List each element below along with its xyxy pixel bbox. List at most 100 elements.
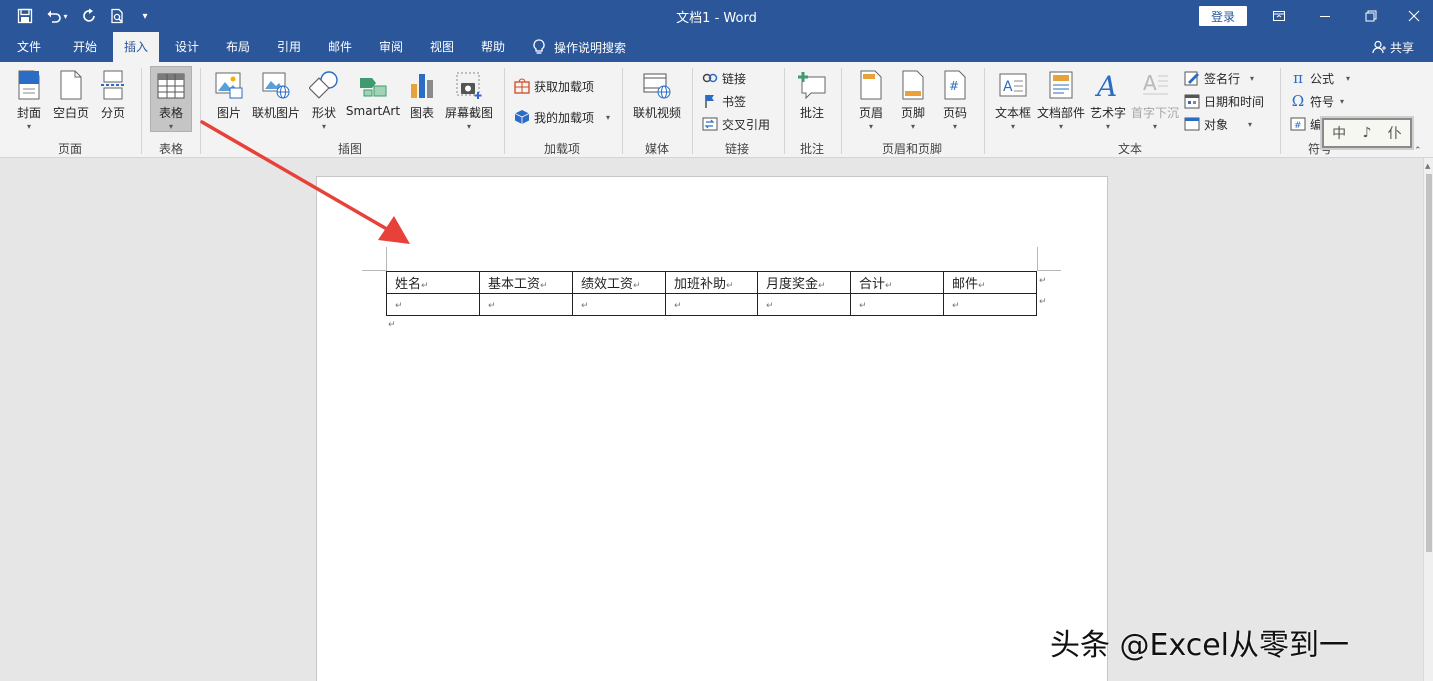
vertical-scrollbar[interactable]: ▲ <box>1423 158 1433 681</box>
drop-cap-button[interactable]: A 首字下沉 ▾ <box>1130 66 1180 132</box>
tab-view[interactable]: 视图 <box>419 32 465 62</box>
table-cell[interactable]: ↵ <box>572 293 666 316</box>
annotation-arrow-icon <box>200 120 410 244</box>
table-cell[interactable]: ↵ <box>850 293 944 316</box>
store-icon <box>514 78 530 94</box>
screenshot-button[interactable]: 屏幕截图 ▾ <box>444 66 494 132</box>
table-row: 姓名↵ 基本工资↵ 绩效工资↵ 加班补助↵ 月度奖金↵ 合计↵ 邮件↵ <box>386 271 1037 294</box>
tab-review[interactable]: 审阅 <box>368 32 414 62</box>
group-label-header-footer: 页眉和页脚 <box>881 142 942 156</box>
text-boundary-guide <box>1037 247 1038 271</box>
number-icon: # <box>1290 116 1306 132</box>
ime-toolbar[interactable]: 中 ♪ 仆 <box>1322 118 1412 148</box>
symbol-button[interactable]: Ω 符号 ▾ <box>1290 91 1344 111</box>
tab-design[interactable]: 设计 <box>164 32 210 62</box>
table-cell[interactable]: 月度奖金↵ <box>757 271 851 294</box>
new-comment-button[interactable]: 批注 <box>794 66 830 132</box>
date-time-button[interactable]: 日期和时间 <box>1184 91 1264 111</box>
chart-icon <box>406 69 438 101</box>
tab-insert[interactable]: 插入 <box>113 32 159 62</box>
text-boundary-guide <box>362 270 386 271</box>
drop-cap-icon: A <box>1139 69 1171 101</box>
tab-file[interactable]: 文件 <box>6 32 52 62</box>
customize-icon[interactable]: ▾ <box>132 5 158 27</box>
share-button[interactable]: 共享 <box>1372 32 1414 62</box>
video-icon <box>641 69 673 101</box>
footer-button[interactable]: 页脚 ▾ <box>894 66 932 132</box>
object-button[interactable]: 对象 ▾ <box>1184 114 1252 134</box>
tab-home[interactable]: 开始 <box>62 32 108 62</box>
tab-layout[interactable]: 布局 <box>215 32 261 62</box>
paragraph-mark: ↵ <box>388 320 396 330</box>
save-icon[interactable] <box>12 5 38 27</box>
tab-references[interactable]: 引用 <box>266 32 312 62</box>
ime-mode-chinese[interactable]: 中 <box>1332 123 1346 143</box>
dropdown-caret-icon: ▾ <box>26 122 31 131</box>
page-break-button[interactable]: 分页 <box>95 66 131 132</box>
login-button[interactable]: 登录 <box>1199 6 1247 26</box>
table-row: ↵ ↵ ↵ ↵ ↵ ↵ ↵ <box>386 293 1037 316</box>
wordart-button[interactable]: A 艺术字 ▾ <box>1088 66 1128 132</box>
document-page[interactable] <box>316 176 1108 681</box>
share-label: 共享 <box>1390 40 1415 55</box>
quick-parts-button[interactable]: 文档部件 ▾ <box>1036 66 1086 132</box>
print-preview-icon[interactable] <box>104 5 130 27</box>
close-icon[interactable] <box>1394 0 1433 32</box>
table-cell[interactable]: ↵ <box>479 293 573 316</box>
group-label-links: 链接 <box>724 142 749 156</box>
link-button[interactable]: 链接 <box>702 68 746 88</box>
table-cell[interactable]: ↵ <box>386 293 480 316</box>
ime-punctuation[interactable]: ♪ <box>1363 125 1372 141</box>
table-cell[interactable]: 基本工资↵ <box>479 271 573 294</box>
tell-me-search[interactable]: 操作说明搜索 <box>532 32 626 62</box>
group-separator <box>504 68 505 154</box>
dropdown-caret-icon: ▾ <box>1058 122 1063 131</box>
get-addins-button[interactable]: 获取加载项 <box>514 76 594 96</box>
ime-settings[interactable]: 仆 <box>1388 123 1402 143</box>
equation-button[interactable]: π 公式 ▾ <box>1290 68 1350 88</box>
online-video-button[interactable]: 联机视频 <box>630 66 684 132</box>
ribbon-collapse-icon[interactable]: ⌃ <box>1414 146 1422 156</box>
table-button[interactable]: 表格 ▾ <box>150 66 192 132</box>
signature-line-button[interactable]: 签名行 ▾ <box>1184 68 1254 88</box>
group-label-pages: 页面 <box>57 142 82 156</box>
ribbon-display-options-icon[interactable] <box>1256 0 1302 32</box>
text-boundary-guide <box>1037 270 1061 271</box>
undo-icon[interactable]: ▾ <box>40 5 74 27</box>
redo-icon[interactable] <box>76 5 102 27</box>
bookmark-button[interactable]: 书签 <box>702 91 746 111</box>
dropdown-caret-icon: ▾ <box>1346 73 1351 83</box>
salary-table[interactable]: 姓名↵ 基本工资↵ 绩效工资↵ 加班补助↵ 月度奖金↵ 合计↵ 邮件↵ ↵ ↵ … <box>386 271 1037 316</box>
scroll-thumb[interactable] <box>1426 174 1432 552</box>
table-cell[interactable]: 邮件↵ <box>943 271 1037 294</box>
blank-page-button[interactable]: 空白页 <box>50 66 92 132</box>
text-box-button[interactable]: A 文本框 ▾ <box>992 66 1034 132</box>
cross-reference-button[interactable]: 交叉引用 <box>702 114 770 134</box>
person-icon <box>1372 40 1386 54</box>
tab-help[interactable]: 帮助 <box>470 32 516 62</box>
scroll-up-icon[interactable]: ▲ <box>1425 162 1430 170</box>
header-button[interactable]: 页眉 ▾ <box>852 66 890 132</box>
blank-page-icon <box>55 69 87 101</box>
table-cell[interactable]: 合计↵ <box>850 271 944 294</box>
restore-icon[interactable] <box>1348 0 1394 32</box>
svg-text:A: A <box>1003 79 1013 95</box>
page-number-button[interactable]: # 页码 ▾ <box>936 66 974 132</box>
table-cell[interactable]: 姓名↵ <box>386 271 480 294</box>
tab-mailings[interactable]: 邮件 <box>317 32 363 62</box>
pi-icon: π <box>1293 69 1303 87</box>
watermark: 头条 @Excel从零到一 <box>1050 628 1350 663</box>
picture-icon <box>213 69 245 101</box>
dropdown-caret-icon: ▾ <box>1340 96 1345 106</box>
svg-text:A: A <box>1094 70 1117 100</box>
minimize-icon[interactable] <box>1302 0 1348 32</box>
table-cell[interactable]: ↵ <box>757 293 851 316</box>
screenshot-icon <box>453 69 485 101</box>
table-cell[interactable]: 绩效工资↵ <box>572 271 666 294</box>
table-cell[interactable]: ↵ <box>943 293 1037 316</box>
group-label-tables: 表格 <box>158 142 183 156</box>
table-cell[interactable]: 加班补助↵ <box>665 271 758 294</box>
my-addins-button[interactable]: 我的加载项 ▾ <box>514 107 610 127</box>
table-cell[interactable]: ↵ <box>665 293 758 316</box>
cover-page-button[interactable]: 封面 ▾ <box>10 66 48 132</box>
